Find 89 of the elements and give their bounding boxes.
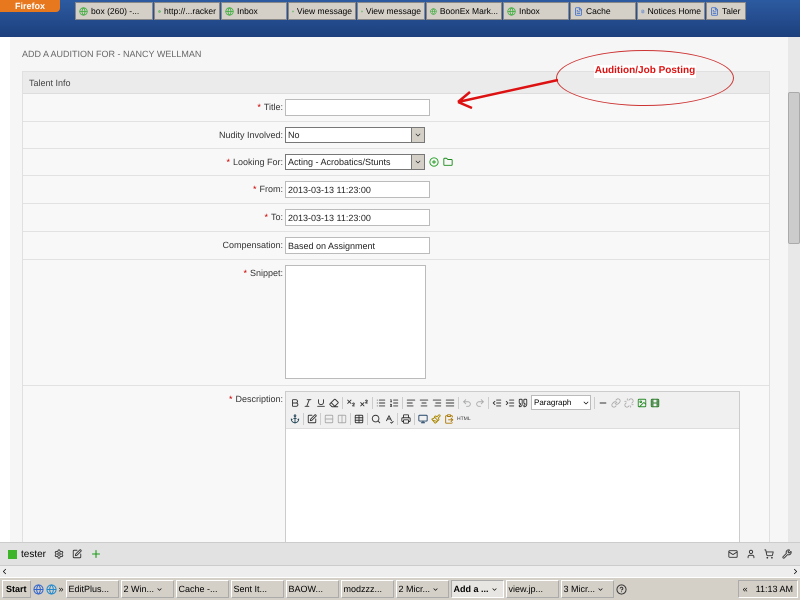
add-icon[interactable] (429, 157, 439, 167)
browser-tab[interactable]: http://...racker (154, 2, 220, 20)
required-mark: * (252, 184, 256, 194)
scroll-right-icon[interactable] (791, 567, 800, 576)
user-icon[interactable] (746, 549, 756, 559)
dropdown[interactable]: Acting - Acrobatics/Stunts (285, 154, 425, 170)
status-icon (8, 550, 17, 558)
more-button[interactable]: » (58, 584, 64, 594)
tray-toggle[interactable]: « (742, 584, 748, 594)
quote-icon[interactable] (518, 398, 528, 408)
required-mark: * (264, 212, 268, 222)
start-button[interactable]: Start (2, 580, 31, 598)
outdent-icon[interactable] (492, 398, 502, 408)
indent-icon[interactable] (505, 398, 515, 408)
field-label: Snippet: (250, 268, 283, 278)
required-mark: * (228, 394, 232, 404)
username[interactable]: tester (21, 548, 46, 560)
taskbar-button[interactable]: view.jp... (506, 580, 559, 598)
format-dropdown[interactable]: Paragraph (531, 395, 591, 410)
preview-icon[interactable] (418, 414, 428, 424)
text-input[interactable]: 2013-03-13 11:23:00 (285, 181, 430, 198)
eraser-icon[interactable] (329, 398, 339, 408)
browser-tab[interactable]: BoonEx Mark... (426, 2, 502, 20)
clock: 11:13 AM (756, 584, 793, 594)
field-label: Title: (264, 102, 283, 112)
field-label: Looking For: (232, 157, 283, 167)
cart-icon[interactable] (764, 549, 774, 559)
wrench-icon[interactable] (782, 549, 792, 559)
browser-tab[interactable]: Taler (706, 2, 746, 20)
italic-icon[interactable] (303, 398, 313, 408)
subscript-icon[interactable] (346, 398, 356, 408)
required-mark: * (243, 268, 247, 278)
taskbar-button[interactable]: 2 Micr... (396, 580, 449, 598)
taskbar-button[interactable]: BAOW... (286, 580, 339, 598)
globe-icon[interactable] (32, 584, 44, 594)
edit-icon[interactable] (307, 414, 317, 424)
justify-icon[interactable] (445, 398, 455, 408)
align-right-icon[interactable] (432, 398, 442, 408)
taskbar-button[interactable]: 2 Win... (120, 580, 174, 598)
field-label: Description: (235, 394, 283, 404)
bold-icon[interactable] (290, 398, 300, 408)
table-icon[interactable] (354, 414, 364, 424)
edit-icon[interactable] (72, 549, 82, 559)
text-input[interactable]: 2013-03-13 11:23:00 (285, 209, 430, 226)
image-icon[interactable] (637, 398, 647, 408)
bullet-list-icon[interactable] (376, 398, 386, 408)
browser-tab[interactable]: View message (288, 2, 356, 20)
required-mark: * (257, 102, 261, 112)
underline-icon[interactable] (316, 398, 326, 408)
numbered-list-icon[interactable] (389, 398, 399, 408)
vertical-scrollbar[interactable] (788, 37, 800, 542)
align-left-icon[interactable] (406, 398, 416, 408)
field-label: Nudity Involved: (218, 130, 283, 140)
folder-icon[interactable] (443, 157, 453, 167)
browser-tab[interactable]: box (260) -... (75, 2, 153, 20)
taskbar-button[interactable]: EditPlus... (66, 580, 119, 598)
anchor-icon[interactable] (290, 414, 300, 424)
mail-icon[interactable] (728, 549, 738, 559)
field-label: Compensation: (222, 240, 283, 250)
browser-tab[interactable]: Cache (570, 2, 636, 20)
scroll-left-icon[interactable] (0, 567, 9, 576)
taskbar-button[interactable]: 3 Micr... (560, 580, 614, 598)
taskbar-button[interactable]: Cache -... (176, 580, 229, 598)
paste-icon[interactable] (444, 414, 454, 424)
add-icon[interactable] (90, 548, 102, 560)
horizontal-scrollbar[interactable] (0, 565, 800, 577)
required-mark: * (226, 157, 230, 167)
browser-tab[interactable]: View message (357, 2, 425, 20)
taskbar-button[interactable]: Add a ... (450, 580, 504, 598)
text-input[interactable]: Based on Assignment (285, 237, 430, 254)
taskbar-button[interactable]: modzzz... (340, 580, 394, 598)
field-label: From: (260, 184, 283, 194)
dropdown[interactable]: No (285, 127, 425, 143)
field-label: To: (270, 212, 283, 222)
taskbar-button[interactable]: Sent It... (230, 580, 284, 598)
browser-icon[interactable] (46, 584, 57, 594)
browser-tab[interactable]: Notices Home (637, 2, 705, 20)
settings-icon[interactable] (54, 549, 64, 559)
search-icon[interactable] (371, 414, 381, 424)
page-heading: ADD A AUDITION FOR - NANCY WELLMAN (22, 49, 202, 59)
film-icon[interactable] (650, 398, 660, 408)
text-input[interactable] (285, 99, 430, 116)
browser-tab[interactable]: Inbox (221, 2, 287, 20)
printer-icon[interactable] (401, 414, 411, 424)
superscript-icon[interactable] (359, 398, 369, 408)
help-icon[interactable] (616, 584, 627, 594)
align-center-icon[interactable] (419, 398, 429, 408)
spellcheck-icon[interactable] (384, 414, 394, 424)
browser-tab[interactable]: Inbox (503, 2, 569, 20)
